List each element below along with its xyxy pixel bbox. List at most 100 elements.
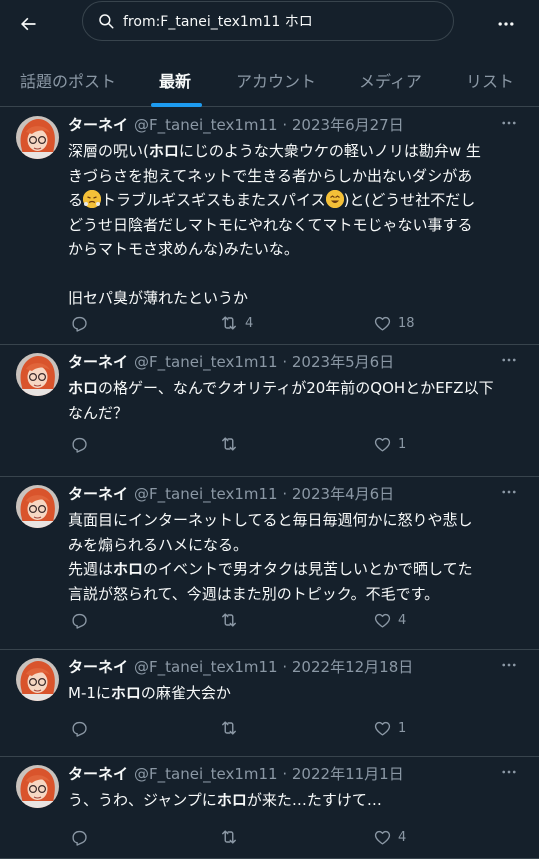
avatar-image (16, 353, 59, 396)
reply-button[interactable] (70, 311, 95, 335)
back-arrow-icon (21, 17, 36, 31)
tweet[interactable]: ターネイ @F_tanei_tex1m11 · 2023年5月6日ホロの格ゲー、な… (0, 345, 539, 477)
tweet[interactable]: ターネイ @F_tanei_tex1m11 · 2022年12月18日 M-1にホロ… (0, 650, 539, 757)
reply-icon (72, 830, 87, 846)
handle-and-date[interactable]: @F_tanei_tex1m11 · 2022年12月18日 (134, 658, 413, 676)
reply-icon (72, 437, 87, 453)
retweet-button[interactable] (219, 716, 245, 740)
like-button[interactable]: 1 (373, 432, 406, 456)
handle-and-date[interactable]: @F_tanei_tex1m11 · 2023年6月27日 (134, 116, 404, 134)
tweet-header: ターネイ @F_tanei_tex1m11 · 2023年4月6日 (68, 483, 394, 504)
tweet-line: るトラブルギスギスもまたスパイス)と(どうせ社不だし (68, 190, 476, 209)
retweet-count: 4 (245, 315, 254, 331)
tweet-line (68, 262, 523, 287)
like-count: 4 (398, 612, 407, 628)
tweet[interactable]: ターネイ @F_tanei_tex1m11 · 2022年11月1日う、うわ、ジャ… (0, 757, 539, 859)
avatar[interactable] (16, 658, 59, 701)
tweet-actions: 1 (68, 716, 508, 740)
like-button[interactable]: 4 (373, 608, 406, 632)
tweet-text: う、うわ、ジャンプにホロが来た…たすけて… (68, 788, 523, 813)
tab-accounts[interactable]: アカウント (236, 54, 316, 106)
like-count: 1 (398, 436, 407, 452)
search-highlight: ホロ (113, 560, 144, 578)
like-icon (374, 721, 391, 736)
tweet-more-icon[interactable] (500, 763, 518, 785)
search-query[interactable]: from:F_tanei_tex1m11 ホロ (123, 11, 313, 31)
display-name[interactable]: ターネイ (68, 353, 128, 371)
like-icon (374, 437, 391, 452)
reply-button[interactable] (70, 825, 95, 849)
handle-and-date[interactable]: @F_tanei_tex1m11 · 2023年4月6日 (134, 485, 394, 503)
retweet-icon (222, 437, 236, 451)
avatar[interactable] (16, 485, 59, 528)
reply-icon (72, 316, 87, 332)
display-name[interactable]: ターネイ (68, 765, 128, 783)
search-tabs: 話題のポスト 最新 アカウント メディア リスト (0, 54, 539, 107)
tweet-more-icon[interactable] (500, 656, 518, 678)
tab-lists[interactable]: リスト (466, 54, 514, 106)
tab-latest[interactable]: 最新 (159, 54, 191, 106)
retweet-button[interactable] (219, 825, 245, 849)
tweet-actions: 4 (68, 825, 508, 849)
retweet-icon (222, 613, 236, 627)
active-tab-indicator (151, 103, 202, 107)
tweet-more-icon[interactable] (500, 114, 518, 136)
tweet-actions: 4 18 (68, 311, 508, 335)
display-name[interactable]: ターネイ (68, 485, 128, 503)
tweet-more-icon[interactable] (500, 483, 518, 505)
tweet-line: なんだ？ (68, 403, 129, 422)
reply-icon (72, 613, 87, 629)
reply-button[interactable] (70, 432, 95, 456)
like-icon (374, 830, 391, 845)
like-icon (374, 613, 391, 628)
search-highlight: ホロ (110, 684, 141, 702)
back-button[interactable] (10, 6, 46, 42)
more-options-button[interactable] (488, 6, 524, 42)
tweet-text: ホロの格ゲー、なんでクオリティが20年前のQOHとかEFZ以下 なんだ？ (68, 376, 523, 425)
like-button[interactable]: 1 (373, 716, 406, 740)
reply-icon (72, 721, 87, 737)
like-count: 1 (398, 720, 407, 736)
tweet-line: 言説が怒られて、今週はまた別のトピック。不毛です。 (68, 584, 440, 603)
tweet-more-icon[interactable] (500, 351, 518, 373)
huffing-face-emoji (83, 190, 102, 208)
tweet-line: 真面目にインターネットしてると毎日毎週何かに怒りや悲し (68, 511, 473, 529)
more-icon (498, 22, 514, 26)
display-name[interactable]: ターネイ (68, 116, 128, 134)
search-highlight: ホロ (216, 791, 247, 809)
tweet-header: ターネイ @F_tanei_tex1m11 · 2022年12月18日 (68, 656, 413, 677)
like-count: 18 (398, 315, 415, 331)
avatar[interactable] (16, 116, 59, 159)
tweet-text: 真面目にインターネットしてると毎日毎週何かに怒りや悲し みを煽られるハメになる。先… (68, 508, 523, 606)
tweet-text: M-1にホロの麻雀大会か (68, 681, 523, 706)
tweet-line: 深層の呪い(ホロにじのような大衆ウケの軽いノリは勘弁w 生 (68, 142, 481, 160)
tweet-actions: 1 (68, 432, 508, 456)
like-icon (374, 316, 391, 331)
handle-and-date[interactable]: @F_tanei_tex1m11 · 2023年5月6日 (134, 353, 394, 371)
like-count: 4 (398, 829, 407, 845)
avatar-image (16, 485, 59, 528)
retweet-button[interactable] (219, 432, 245, 456)
tab-top[interactable]: 話題のポスト (20, 54, 116, 106)
tweet-line: ホロの格ゲー、なんでクオリティが20年前のQOHとかEFZ以下 (68, 379, 494, 397)
reply-button[interactable] (70, 608, 95, 632)
avatar[interactable] (16, 353, 59, 396)
handle-and-date[interactable]: @F_tanei_tex1m11 · 2022年11月1日 (134, 765, 404, 783)
tweet[interactable]: ターネイ @F_tanei_tex1m11 · 2023年4月6日真面目にインター… (0, 477, 539, 650)
tab-media[interactable]: メディア (359, 54, 422, 106)
reply-button[interactable] (70, 716, 95, 740)
top-bar: from:F_tanei_tex1m11 ホロ (0, 0, 539, 50)
tweet-text: 深層の呪い(ホロにじのような大衆ウケの軽いノリは勘弁w 生きづらさを抱えてネット… (68, 139, 523, 311)
avatar[interactable] (16, 765, 59, 808)
tweet-line: M-1にホロの麻雀大会か (68, 684, 231, 702)
retweet-button[interactable] (219, 608, 245, 632)
display-name[interactable]: ターネイ (68, 658, 128, 676)
like-button[interactable]: 4 (373, 825, 406, 849)
tweet[interactable]: ターネイ @F_tanei_tex1m11 · 2023年6月27日深層の呪い(ホ… (0, 108, 539, 345)
search-input[interactable]: from:F_tanei_tex1m11 ホロ (82, 1, 454, 41)
retweet-button[interactable]: 4 (219, 311, 253, 335)
tweet-line: みを煽られるハメになる。 (68, 535, 249, 554)
search-highlight: ホロ (68, 379, 99, 397)
like-button[interactable]: 18 (373, 311, 415, 335)
tweet-header: ターネイ @F_tanei_tex1m11 · 2023年5月6日 (68, 351, 394, 372)
